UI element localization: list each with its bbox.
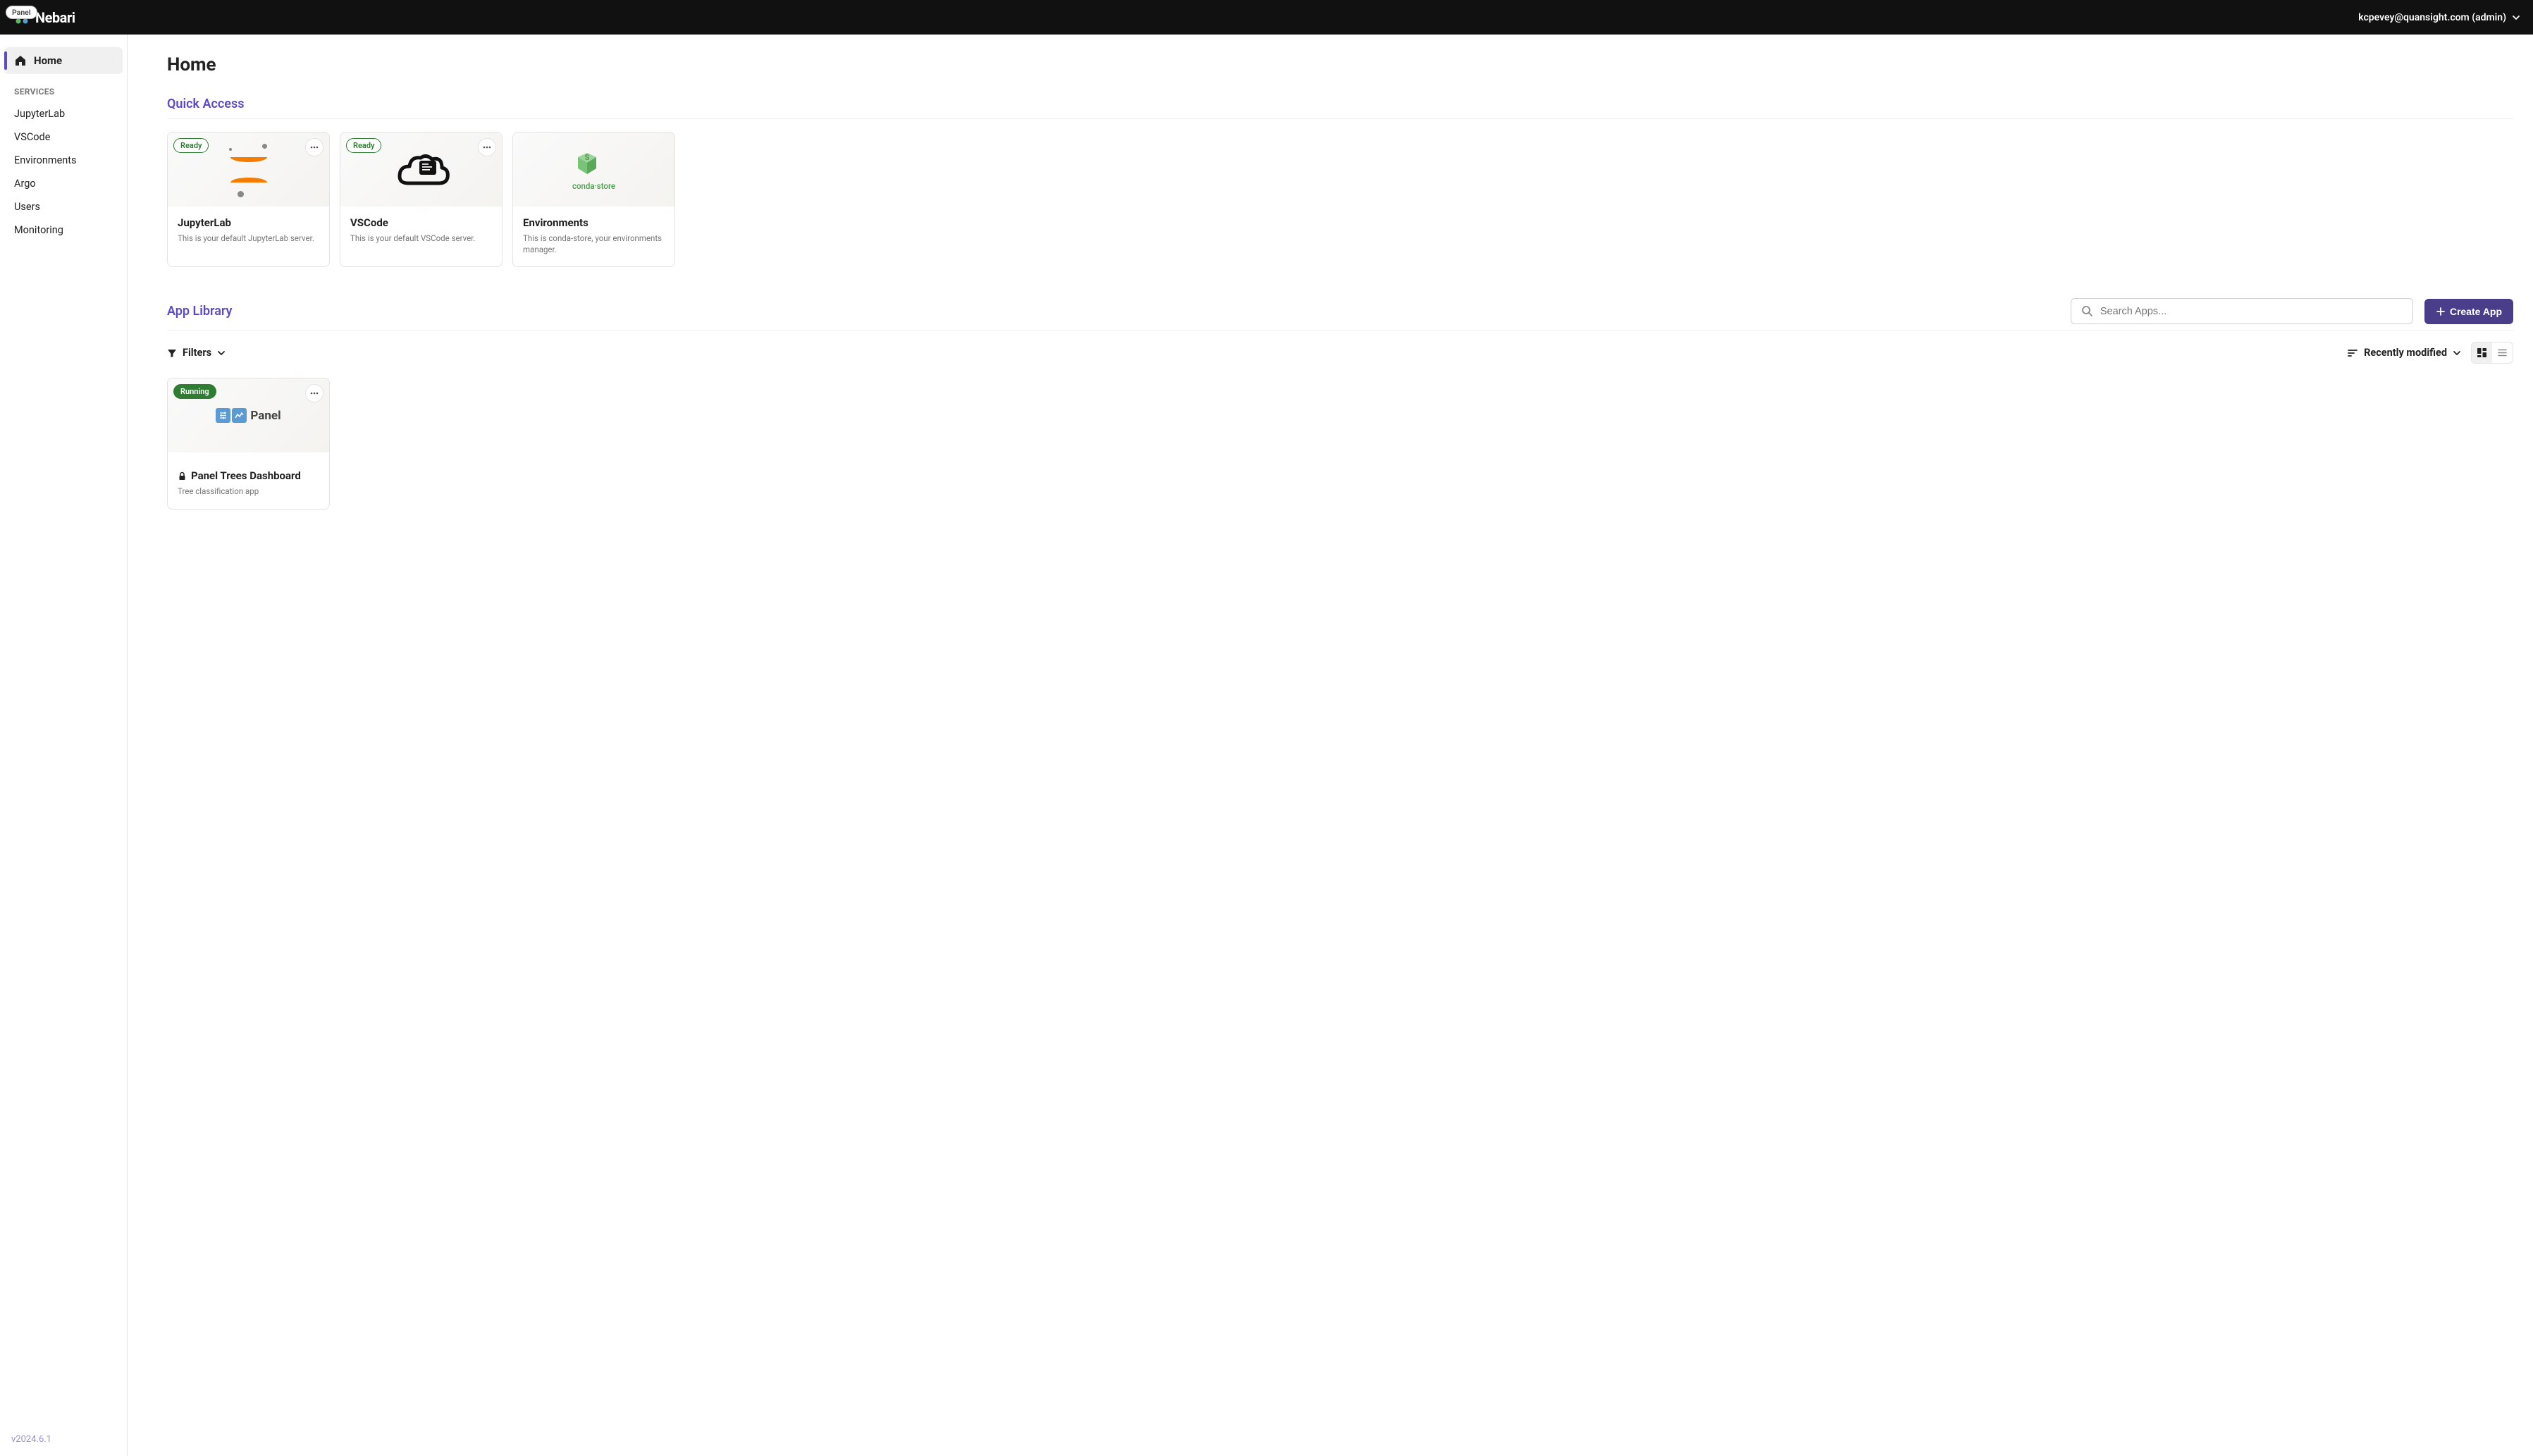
card-menu-button[interactable]	[478, 138, 496, 156]
page-title: Home	[167, 54, 2513, 75]
conda-store-icon: S conda·store	[572, 149, 615, 191]
filters-label: Filters	[183, 347, 211, 359]
app-library-title: App Library	[167, 304, 232, 319]
version-label: v2024.6.1	[4, 1429, 123, 1449]
sidebar-item-monitoring[interactable]: Monitoring	[4, 218, 123, 242]
sidebar-item-argo[interactable]: Argo	[4, 172, 123, 195]
sidebar-item-environments[interactable]: Environments	[4, 149, 123, 172]
sidebar-section-services: SERVICES	[4, 74, 123, 102]
card-hero: Running Panel	[168, 378, 329, 452]
sidebar-item-users[interactable]: Users	[4, 195, 123, 218]
card-environments[interactable]: S conda·store Environments This is conda…	[512, 132, 675, 267]
card-body: VSCode This is your default VSCode serve…	[340, 206, 502, 256]
status-badge: Ready	[173, 138, 209, 153]
sort-button[interactable]: Recently modified	[2347, 347, 2461, 359]
panel-icon: Panel	[216, 408, 281, 423]
search-input[interactable]	[2100, 306, 2403, 317]
sidebar-home-label: Home	[34, 54, 62, 67]
home-icon	[14, 54, 27, 67]
ellipsis-icon	[309, 142, 319, 152]
toolbar: Filters Recently modified	[167, 342, 2513, 364]
sort-label: Recently modified	[2364, 347, 2447, 359]
list-icon	[2497, 347, 2508, 358]
card-title: VSCode	[350, 216, 492, 229]
jupyter-icon	[226, 142, 271, 197]
topbar: Nebari kcpevey@quansight.com (admin)	[0, 0, 2533, 35]
card-desc: Tree classification app	[178, 486, 319, 498]
card-body: Environments This is conda-store, your e…	[513, 206, 674, 266]
sidebar-item-home[interactable]: Home	[4, 47, 123, 74]
sidebar-item-vscode[interactable]: VSCode	[4, 125, 123, 149]
card-panel-trees[interactable]: Running Panel Panel	[167, 378, 330, 510]
quick-access-title: Quick Access	[167, 97, 2513, 119]
main-content: Home Quick Access Ready	[128, 35, 2533, 1456]
filter-icon	[167, 348, 177, 358]
card-title: Panel Trees Dashboard	[178, 469, 319, 482]
status-badge: Running	[173, 384, 216, 399]
chevron-down-icon	[2512, 13, 2520, 22]
divider	[167, 330, 2513, 331]
grid-view-button[interactable]	[2472, 343, 2492, 363]
chevron-down-icon	[2453, 349, 2461, 357]
create-app-label: Create App	[2450, 306, 2502, 317]
create-app-button[interactable]: Create App	[2424, 299, 2513, 324]
sidebar-item-jupyterlab[interactable]: JupyterLab	[4, 102, 123, 125]
lock-icon	[178, 471, 187, 481]
card-menu-button[interactable]	[305, 138, 323, 156]
card-desc: This is your default VSCode server.	[350, 233, 492, 245]
card-jupyterlab[interactable]: Ready JupyterLab This is your default Ju	[167, 132, 330, 267]
filters-button[interactable]: Filters	[167, 347, 226, 359]
brand-text: Nebari	[35, 9, 75, 26]
code-server-icon	[393, 149, 450, 190]
sort-icon	[2347, 347, 2358, 359]
card-title: Environments	[523, 216, 665, 229]
status-badge: Ready	[346, 138, 381, 153]
search-icon	[2081, 305, 2093, 317]
ellipsis-icon	[482, 142, 492, 152]
card-hero: Ready	[340, 132, 502, 206]
panel-logo-text: Panel	[250, 409, 281, 423]
card-desc: This is conda-store, your environments m…	[523, 233, 665, 255]
card-vscode[interactable]: Ready VSCode This is your default VSCode	[340, 132, 503, 267]
card-menu-button[interactable]	[305, 384, 323, 402]
quick-access-cards: Ready JupyterLab This is your default Ju	[167, 132, 2513, 267]
plus-icon	[2436, 307, 2446, 316]
svg-text:S: S	[585, 153, 590, 162]
search-box[interactable]	[2071, 298, 2413, 324]
list-view-button[interactable]	[2492, 343, 2513, 363]
card-body: Panel Panel Trees Dashboard Tree classif…	[168, 452, 329, 509]
card-title: JupyterLab	[178, 216, 319, 229]
card-hero: Ready	[168, 132, 329, 206]
app-library-cards: Running Panel Panel	[167, 378, 2513, 510]
view-toggle	[2471, 342, 2513, 364]
card-body: JupyterLab This is your default JupyterL…	[168, 206, 329, 256]
conda-store-label: conda·store	[572, 181, 615, 191]
grid-icon	[2477, 347, 2487, 358]
ellipsis-icon	[309, 388, 319, 398]
user-menu[interactable]: kcpevey@quansight.com (admin)	[2358, 12, 2520, 23]
chevron-down-icon	[217, 349, 226, 357]
app-library-header: App Library Create App	[167, 298, 2513, 324]
sidebar: Home SERVICES JupyterLab VSCode Environm…	[0, 35, 128, 1456]
card-desc: This is your default JupyterLab server.	[178, 233, 319, 245]
user-label: kcpevey@quansight.com (admin)	[2358, 12, 2506, 23]
card-hero: S conda·store	[513, 132, 674, 206]
